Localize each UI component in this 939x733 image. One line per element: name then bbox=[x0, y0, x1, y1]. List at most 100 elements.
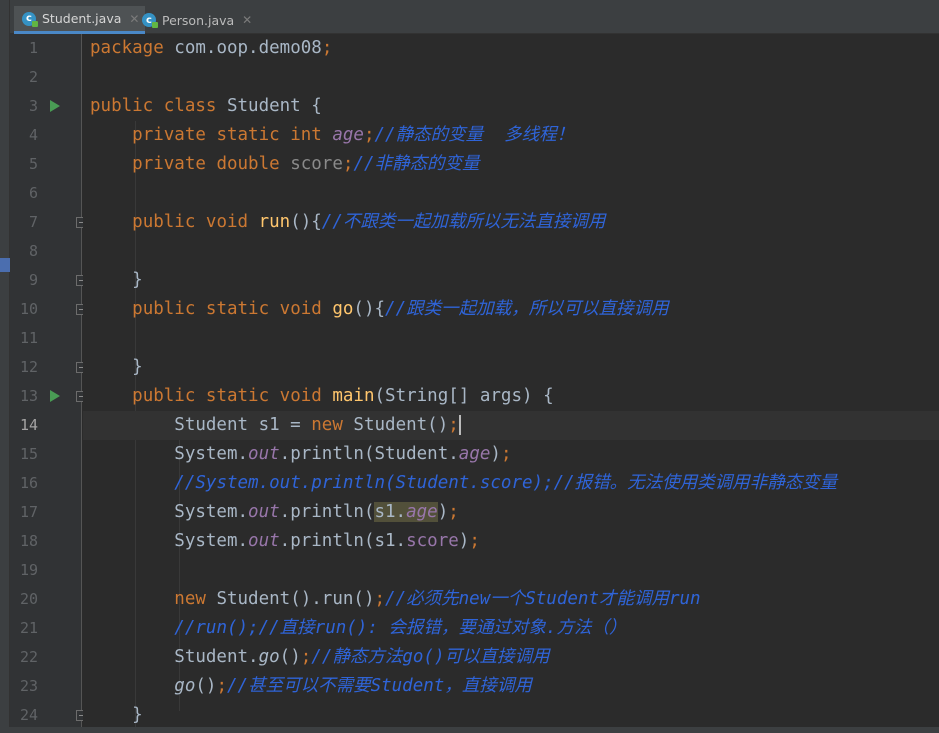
code-line[interactable]: } bbox=[90, 266, 143, 295]
line-number: 5 bbox=[28, 155, 38, 173]
line-number: 4 bbox=[28, 126, 38, 144]
code-token: () bbox=[195, 676, 217, 696]
code-line[interactable]: //System.out.println(Student.score);//报错… bbox=[90, 469, 837, 498]
line-number: 3 bbox=[28, 97, 38, 115]
code-token: //run();//直接run(): 会报错，要通过对象.方法（） bbox=[174, 618, 627, 638]
code-line[interactable]: System.out.println(s1.score); bbox=[90, 527, 480, 556]
code-token: ) bbox=[437, 502, 449, 522]
code-token: } bbox=[90, 357, 143, 377]
code-token: score bbox=[406, 531, 459, 551]
code-token: (){ bbox=[353, 299, 386, 319]
line-number: 13 bbox=[19, 387, 38, 405]
tab-person-java[interactable]: c Person.java ✕ bbox=[134, 6, 258, 34]
code-editor[interactable]: package com.oop.demo08; public class Stud… bbox=[83, 34, 939, 733]
code-token: score bbox=[290, 154, 343, 174]
line-number: 2 bbox=[28, 68, 38, 86]
code-token: () bbox=[279, 647, 301, 667]
java-class-icon: c bbox=[22, 11, 38, 27]
code-line[interactable]: System.out.println(Student.age); bbox=[90, 440, 511, 469]
code-token: ; bbox=[300, 647, 312, 667]
code-line[interactable]: new Student().run();//必须先new一个Student才能调… bbox=[90, 585, 701, 614]
code-line[interactable]: public class Student { bbox=[90, 92, 322, 121]
code-token: new bbox=[174, 589, 217, 609]
tab-label: Student.java bbox=[42, 11, 122, 26]
code-line[interactable]: go();//甚至可以不需要Student，直接调用 bbox=[90, 672, 532, 701]
code-token: run bbox=[258, 212, 291, 232]
code-token: ; bbox=[469, 531, 480, 551]
code-token: age bbox=[332, 125, 364, 145]
tab-label: Person.java bbox=[162, 12, 235, 28]
close-icon[interactable]: ✕ bbox=[242, 13, 252, 27]
editor-gutter[interactable]: 1 2 3 4 5 6 7 8 9 10 11 12 13 14 15 16 17 18 19 20 21 22 23 24 bbox=[10, 34, 87, 733]
code-line[interactable]: public void run(){//不跟类一起加载所以无法直接调用 bbox=[90, 208, 605, 237]
code-token: .println(Student. bbox=[279, 444, 459, 464]
code-token: .println( bbox=[279, 502, 375, 522]
line-number: 8 bbox=[28, 242, 38, 260]
code-token: private double bbox=[132, 154, 291, 174]
line-number: 6 bbox=[28, 184, 38, 202]
line-number: 20 bbox=[19, 590, 38, 608]
tab-student-java[interactable]: c Student.java ✕ bbox=[14, 6, 146, 34]
code-token: } bbox=[90, 270, 143, 290]
code-token: new bbox=[311, 415, 354, 435]
code-token: public static void bbox=[132, 299, 333, 319]
code-token: ; bbox=[216, 676, 227, 696]
tool-strip-marker bbox=[0, 258, 10, 272]
code-token: ; bbox=[448, 502, 459, 522]
code-token: go bbox=[332, 299, 354, 319]
code-line[interactable]: Student.go();//静态方法go()可以直接调用 bbox=[90, 643, 550, 672]
code-token: com.oop.demo08 bbox=[174, 38, 322, 58]
code-line[interactable]: private static int age;//静态的变量 多线程！ bbox=[90, 121, 574, 150]
code-line[interactable]: public static void go(){//跟类一起加载，所以可以直接调… bbox=[90, 295, 669, 324]
code-token: go bbox=[174, 676, 196, 696]
code-token: //静态方法go()可以直接调用 bbox=[311, 647, 550, 667]
code-line[interactable]: Student s1 = new Student(); bbox=[90, 411, 461, 440]
code-token: (){ bbox=[290, 212, 322, 232]
run-gutter-icon[interactable] bbox=[50, 390, 60, 402]
code-line[interactable]: //run();//直接run(): 会报错，要通过对象.方法（） bbox=[90, 614, 626, 643]
code-line[interactable]: package com.oop.demo08; bbox=[90, 34, 332, 63]
line-number: 7 bbox=[28, 213, 38, 231]
code-token: public class bbox=[90, 96, 227, 116]
code-token: main bbox=[332, 386, 375, 406]
code-line[interactable]: } bbox=[90, 701, 143, 730]
code-token: ) bbox=[490, 444, 501, 464]
code-token: public static void bbox=[132, 386, 333, 406]
code-token: //不跟类一起加载所以无法直接调用 bbox=[321, 212, 606, 232]
line-number: 12 bbox=[19, 358, 38, 376]
line-number: 11 bbox=[19, 329, 38, 347]
code-line[interactable]: private double score;//非静态的变量 bbox=[90, 150, 480, 179]
code-token: public void bbox=[132, 212, 259, 232]
code-token: //甚至可以不需要Student，直接调用 bbox=[227, 676, 532, 696]
code-line[interactable]: public static void main(String[] args) { bbox=[90, 382, 553, 411]
code-line[interactable]: System.out.println(s1.age); bbox=[90, 498, 459, 527]
code-line[interactable]: } bbox=[90, 353, 143, 382]
code-token: out bbox=[248, 444, 280, 464]
code-token: System. bbox=[90, 502, 249, 522]
line-number: 14 bbox=[19, 416, 38, 434]
code-token: System. bbox=[90, 444, 249, 464]
code-token: out bbox=[248, 531, 280, 551]
status-bar bbox=[0, 727, 939, 733]
code-token: //跟类一起加载，所以可以直接调用 bbox=[385, 299, 669, 319]
code-token: age bbox=[406, 502, 438, 522]
code-token: //静态的变量 多线程！ bbox=[374, 125, 575, 145]
code-token: ; bbox=[342, 154, 354, 174]
code-token: System. bbox=[90, 531, 249, 551]
left-tool-strip[interactable] bbox=[0, 0, 10, 733]
line-number: 1 bbox=[28, 39, 38, 57]
text-caret bbox=[458, 415, 461, 435]
code-token: Student s1 = bbox=[90, 415, 312, 435]
code-token: //非静态的变量 bbox=[353, 154, 480, 174]
run-gutter-icon[interactable] bbox=[50, 100, 60, 112]
code-token: ; bbox=[500, 444, 512, 464]
code-token: private static int bbox=[132, 125, 333, 145]
code-token: //必须先new一个Student才能调用run bbox=[385, 589, 701, 609]
code-token: age bbox=[458, 444, 491, 464]
